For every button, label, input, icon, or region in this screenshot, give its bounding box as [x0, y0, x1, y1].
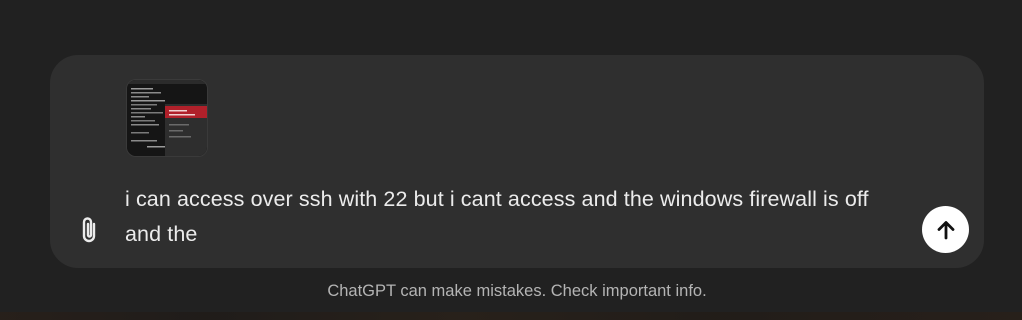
background-strip: [0, 312, 1022, 320]
chat-page: i can access over ssh with 22 but i cant…: [0, 0, 1022, 320]
message-composer[interactable]: i can access over ssh with 22 but i cant…: [50, 55, 984, 268]
message-input[interactable]: i can access over ssh with 22 but i cant…: [125, 182, 905, 252]
image-attachment-thumbnail[interactable]: [126, 79, 208, 157]
terminal-screenshot-image: [127, 80, 207, 156]
disclaimer-text: ChatGPT can make mistakes. Check importa…: [327, 282, 707, 300]
arrow-up-icon: [937, 220, 954, 239]
paperclip-icon[interactable]: [77, 215, 103, 245]
send-button[interactable]: [922, 206, 969, 253]
